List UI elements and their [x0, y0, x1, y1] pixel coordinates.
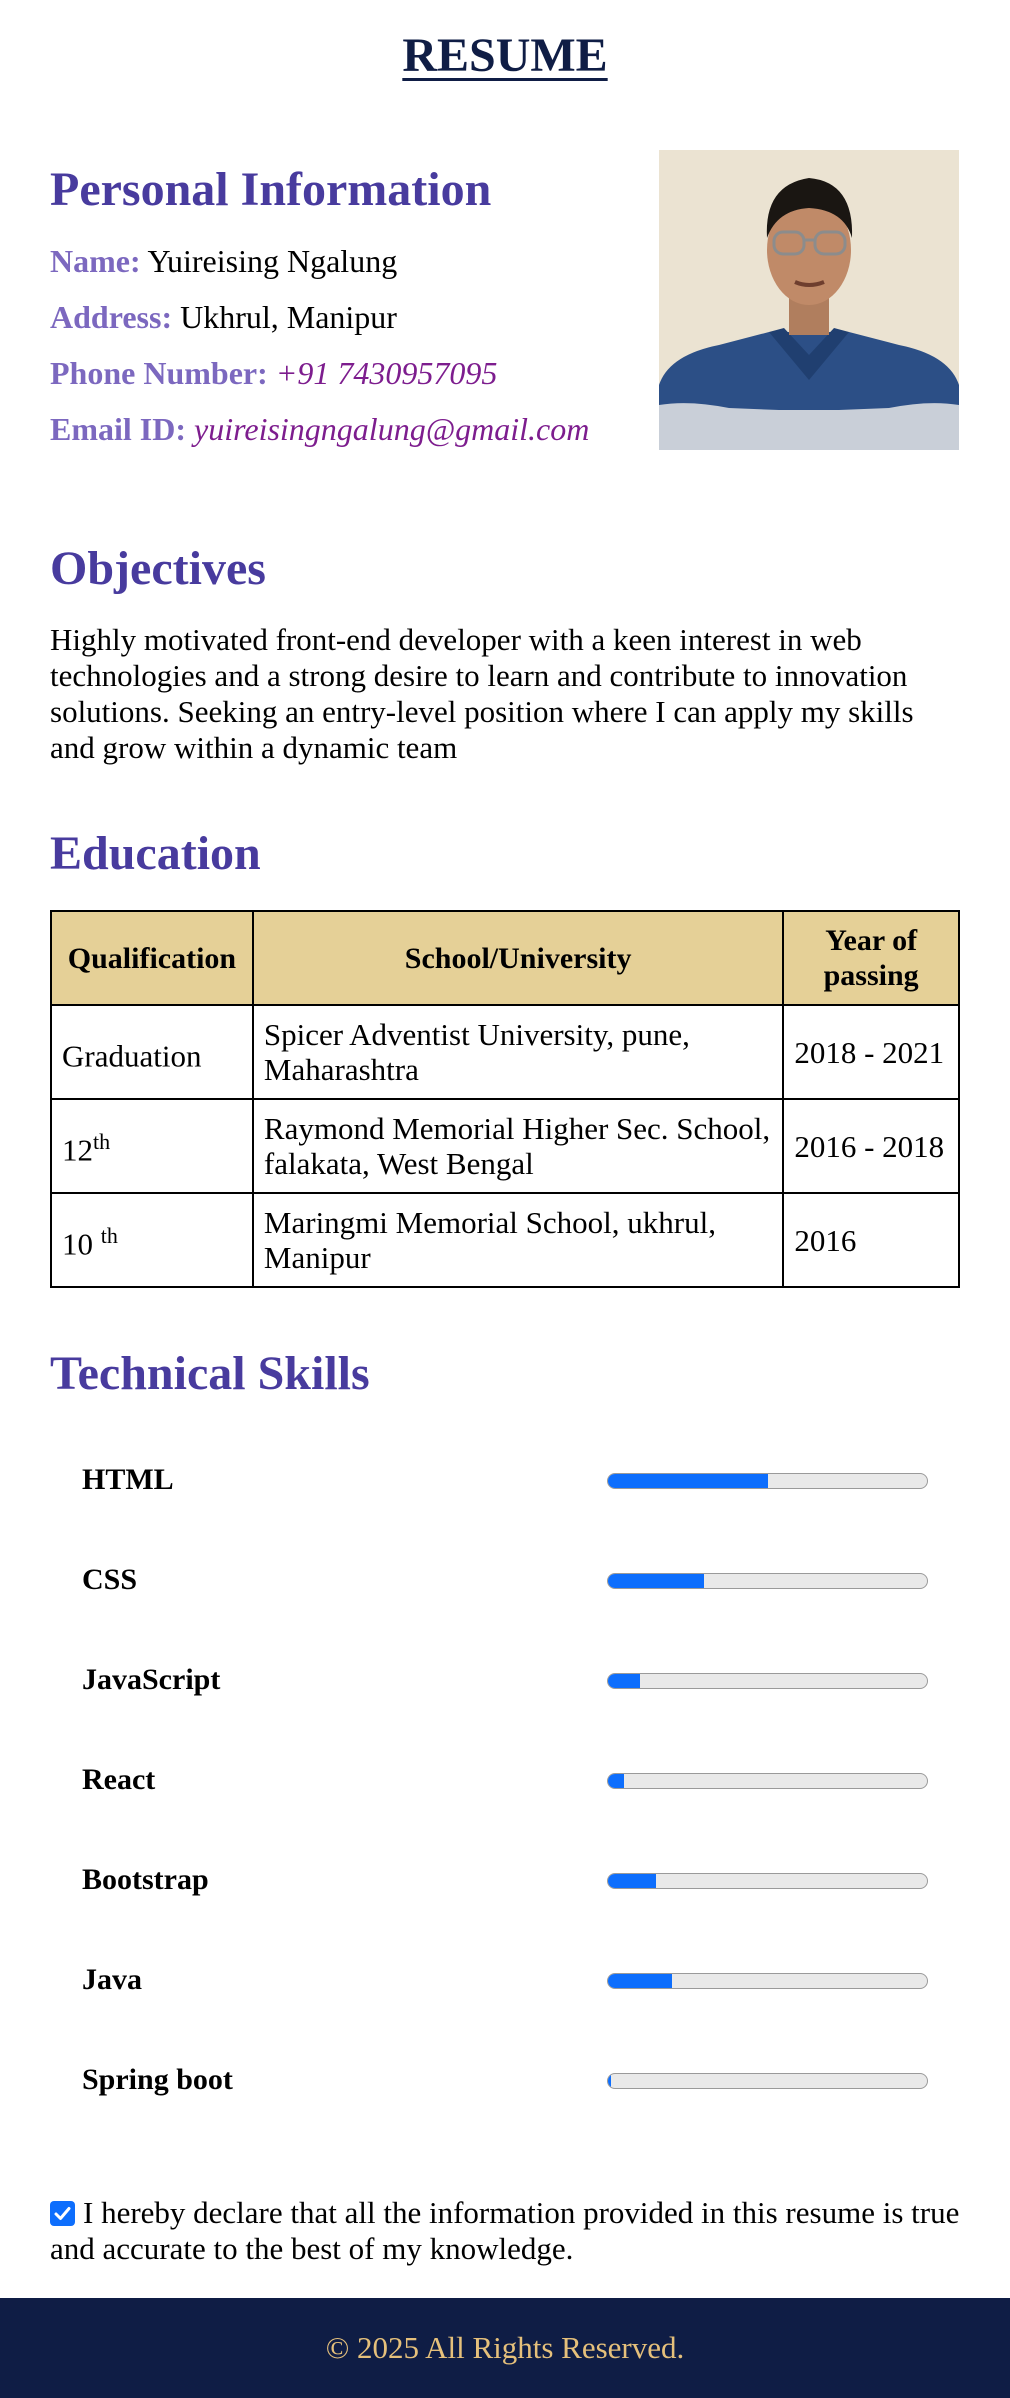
skill-name: CSS — [82, 1563, 138, 1596]
skill-progress-bar — [607, 1673, 928, 1689]
school-cell: Spicer Adventist University, pune, Mahar… — [251, 1004, 785, 1100]
skill-row-css: CSS — [82, 1560, 928, 1600]
checkmark-icon — [54, 2207, 71, 2220]
personal-info-heading: Personal Information — [50, 163, 492, 216]
skill-progress-fill — [608, 1574, 704, 1588]
qualification-cell: 10 th — [50, 1192, 254, 1288]
address-line: Address: Ukhrul, Manipur — [50, 299, 397, 336]
skill-progress-fill — [608, 2074, 612, 2088]
skill-progress-fill — [608, 1674, 640, 1688]
name-line: Name: Yuireising Ngalung — [50, 243, 397, 280]
qualification-sup: th — [100, 1223, 118, 1249]
skill-name: JavaScript — [82, 1663, 221, 1696]
skill-progress-bar — [607, 1873, 928, 1889]
qualification-sup: th — [93, 1129, 111, 1155]
column-header-year: Year of passing — [782, 910, 960, 1006]
year-cell: 2016 - 2018 — [782, 1098, 960, 1194]
email-link[interactable]: yuireisingngalung@gmail.com — [194, 411, 589, 447]
qualification-text: 12 — [62, 1132, 93, 1168]
skill-progress-bar — [607, 2073, 928, 2089]
skill-row-html: HTML — [82, 1460, 928, 1500]
skills-heading: Technical Skills — [50, 1347, 370, 1400]
qualification-cell: 12th — [50, 1098, 254, 1194]
skill-row-bootstrap: Bootstrap — [82, 1860, 928, 1900]
skill-progress-bar — [607, 1973, 928, 1989]
name-value: Yuireising Ngalung — [147, 243, 398, 279]
skill-row-javascript: JavaScript — [82, 1660, 928, 1700]
skill-progress-fill — [608, 1874, 656, 1888]
objectives-text: Highly motivated front-end developer wit… — [50, 622, 914, 765]
education-heading: Education — [50, 827, 261, 880]
skill-name: Spring boot — [82, 2063, 233, 2096]
education-table: Qualification School/University Year of … — [50, 910, 960, 1288]
qualification-text: 10 — [62, 1226, 101, 1262]
name-label: Name: — [50, 243, 141, 279]
skill-progress-bar — [607, 1573, 928, 1589]
declaration: I hereby declare that all the informatio… — [50, 2195, 960, 2267]
phone-line: Phone Number: +91 7430957095 — [50, 355, 497, 392]
skill-progress-fill — [608, 1774, 624, 1788]
skill-progress-fill — [608, 1474, 768, 1488]
phone-link[interactable]: +91 7430957095 — [276, 355, 498, 391]
email-label: Email ID: — [50, 411, 186, 447]
address-label: Address: — [50, 299, 173, 335]
year-cell: 2018 - 2021 — [782, 1004, 960, 1100]
year-cell: 2016 — [782, 1192, 960, 1288]
email-line: Email ID: yuireisingngalung@gmail.com — [50, 411, 589, 448]
objectives-heading: Objectives — [50, 542, 266, 595]
footer: © 2025 All Rights Reserved. — [0, 2298, 1010, 2398]
table-header-row: Qualification School/University Year of … — [50, 910, 960, 1006]
qualification-text: Graduation — [62, 1038, 202, 1074]
skill-progress-bar — [607, 1773, 928, 1789]
table-row: Graduation Spicer Adventist University, … — [50, 1004, 960, 1100]
table-row: 10 th Maringmi Memorial School, ukhrul, … — [50, 1192, 960, 1288]
profile-photo — [659, 150, 959, 450]
table-row: 12th Raymond Memorial Higher Sec. School… — [50, 1098, 960, 1194]
skill-name: React — [82, 1763, 156, 1796]
skill-name: Java — [82, 1963, 142, 1996]
skill-progress-fill — [608, 1974, 672, 1988]
declaration-text: I hereby declare that all the informatio… — [50, 2195, 960, 2266]
footer-copyright: © 2025 All Rights Reserved. — [325, 2330, 685, 2365]
skill-row-java: Java — [82, 1960, 928, 2000]
qualification-cell: Graduation — [50, 1004, 254, 1100]
phone-label: Phone Number: — [50, 355, 268, 391]
skill-progress-bar — [607, 1473, 928, 1489]
resume-title: RESUME — [402, 29, 608, 82]
skill-name: HTML — [82, 1463, 174, 1496]
column-header-qualification: Qualification — [50, 910, 254, 1006]
column-header-school: School/University — [251, 910, 785, 1006]
skill-name: Bootstrap — [82, 1863, 209, 1896]
school-cell: Maringmi Memorial School, ukhrul, Manipu… — [251, 1192, 785, 1288]
skill-row-spring-boot: Spring boot — [82, 2060, 928, 2100]
address-value: Ukhrul, Manipur — [180, 299, 397, 335]
skill-row-react: React — [82, 1760, 928, 1800]
school-cell: Raymond Memorial Higher Sec. School, fal… — [251, 1098, 785, 1194]
declaration-checkbox[interactable] — [50, 2201, 75, 2226]
